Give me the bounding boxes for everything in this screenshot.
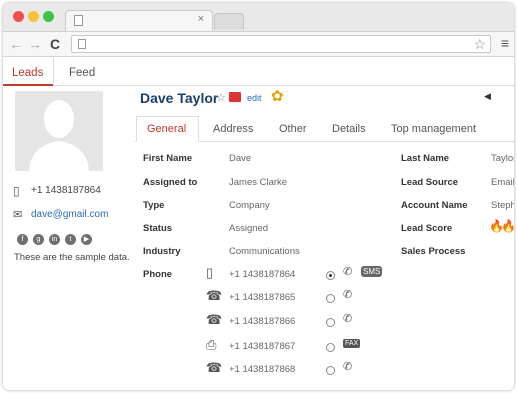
tab-general[interactable]: General — [147, 123, 186, 135]
contact-email-link[interactable]: dave@gmail.com — [31, 209, 108, 220]
contact-phone: +1 1438187864 — [31, 185, 101, 196]
phone-number: +1 1438187866 — [229, 316, 296, 327]
mobile-icon: ▯ — [13, 184, 20, 198]
contact-name: Dave Taylor — [140, 90, 219, 106]
reload-icon[interactable]: C — [50, 36, 60, 52]
office-phone-icon: ☎ — [206, 288, 223, 303]
address-bar[interactable]: ☆ — [71, 35, 491, 53]
sample-data-note: These are the sample data. — [14, 252, 130, 263]
phone-radio[interactable] — [326, 343, 335, 352]
minimize-window-button[interactable] — [28, 11, 39, 22]
browser-menu-icon[interactable]: ≡ — [501, 35, 509, 51]
phone-number: +1 1438187868 — [229, 364, 296, 375]
phone-number: +1 1438187867 — [229, 341, 296, 352]
avatar — [15, 91, 103, 171]
desk-phone-icon: ☎ — [206, 360, 223, 375]
bookmark-star-icon[interactable]: ☆ — [473, 36, 486, 53]
status-value: Assigned — [229, 223, 269, 234]
google-plus-icon[interactable]: g — [33, 234, 44, 245]
lead-source-value: Email — [491, 177, 514, 188]
browser-window: × ← → C ☆ ≡ Leads Feed ▯ +1 1438187864 ✉… — [3, 3, 514, 390]
type-label: Type — [143, 200, 165, 211]
page-icon — [78, 39, 86, 49]
call-icon[interactable]: ✆ — [343, 288, 352, 301]
favorite-star-icon[interactable]: ☆ — [216, 91, 226, 104]
app-tabs: Leads Feed — [3, 58, 514, 86]
mobile-icon: ▯ — [206, 265, 214, 280]
account-name-value: Steph — [491, 200, 514, 211]
back-icon[interactable]: ← — [9, 36, 23, 52]
edit-link[interactable]: edit — [247, 93, 262, 103]
tab-feed[interactable]: Feed — [69, 67, 95, 79]
tab-other[interactable]: Other — [279, 123, 307, 135]
industry-value: Communications — [229, 246, 300, 257]
phone-number: +1 1438187865 — [229, 292, 296, 303]
call-icon[interactable]: ✆ — [343, 360, 352, 373]
phone-radio[interactable] — [326, 318, 335, 327]
card-icon[interactable] — [229, 92, 241, 102]
first-name-value: Dave — [229, 153, 252, 164]
sales-process-label: Sales Process — [401, 246, 466, 257]
tab-top-management[interactable]: Top management — [391, 123, 476, 135]
lead-score-label: Lead Score — [401, 223, 453, 234]
active-tab-indicator — [3, 84, 53, 86]
youtube-icon[interactable]: ▶ — [81, 234, 92, 245]
close-tab-icon[interactable]: × — [198, 13, 204, 25]
facebook-icon[interactable]: f — [17, 234, 28, 245]
last-name-value: Taylor — [491, 153, 514, 164]
email-icon: ✉ — [13, 209, 23, 221]
browser-tab[interactable]: × — [65, 10, 213, 31]
status-label: Status — [143, 223, 173, 234]
last-name-label: Last Name — [401, 153, 450, 164]
tab-address[interactable]: Address — [213, 123, 253, 135]
sms-icon[interactable]: SMS — [361, 266, 383, 277]
phone-radio[interactable] — [326, 294, 335, 303]
industry-label: Industry — [143, 246, 181, 257]
twitter-icon[interactable]: t — [65, 234, 76, 245]
call-icon[interactable]: ✆ — [343, 312, 352, 325]
fax-icon: ⎙ — [206, 337, 217, 352]
assigned-to-label: Assigned to — [143, 177, 198, 188]
call-icon[interactable]: ✆ — [343, 265, 352, 278]
linkedin-icon[interactable]: in — [49, 234, 60, 245]
forward-icon[interactable]: → — [28, 36, 42, 52]
type-value: Company — [229, 200, 270, 211]
tab-divider — [53, 58, 54, 86]
flame-icon: 🔥 — [501, 219, 514, 233]
new-tab-button[interactable] — [214, 13, 244, 30]
phone-radio[interactable] — [326, 366, 335, 375]
title-bar: × — [3, 3, 514, 31]
lead-source-label: Lead Source — [401, 177, 459, 188]
collapse-panel-icon[interactable]: ◀ — [484, 91, 491, 102]
tab-details[interactable]: Details — [332, 123, 366, 135]
maximize-window-button[interactable] — [43, 11, 54, 22]
tab-leads[interactable]: Leads — [12, 67, 43, 79]
browser-toolbar: ← → C ☆ ≡ — [3, 31, 514, 57]
close-window-button[interactable] — [13, 11, 24, 22]
account-name-label: Account Name — [401, 200, 468, 211]
home-phone-icon: ☎ — [206, 312, 223, 327]
page-icon — [74, 15, 83, 26]
fax-send-icon[interactable]: FAX — [343, 339, 361, 348]
assigned-to-value: James Clarke — [229, 177, 288, 188]
phone-number: +1 1438187864 — [229, 269, 296, 280]
first-name-label: First Name — [143, 153, 193, 164]
badge-icon[interactable]: ✿ — [271, 87, 284, 105]
phone-label: Phone — [143, 269, 173, 280]
phone-radio[interactable] — [326, 271, 335, 280]
